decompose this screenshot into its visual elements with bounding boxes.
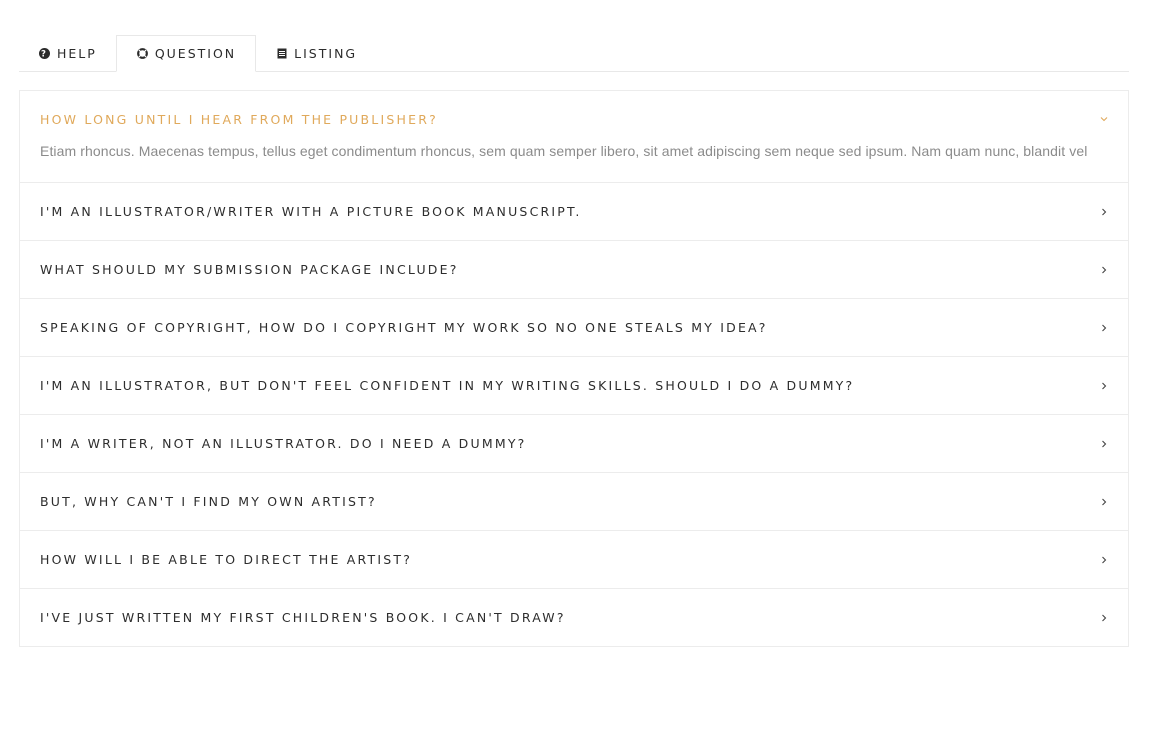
faq-item-header[interactable]: I'M A WRITER, NOT AN ILLUSTRATOR. DO I N… xyxy=(20,415,1128,472)
faq-question: SPEAKING OF COPYRIGHT, HOW DO I COPYRIGH… xyxy=(40,320,768,335)
faq-item-header[interactable]: SPEAKING OF COPYRIGHT, HOW DO I COPYRIGH… xyxy=(20,299,1128,356)
chevron-right-icon xyxy=(1100,208,1108,216)
tab-question[interactable]: QUESTION xyxy=(115,35,257,72)
faq-item-header[interactable]: I'M AN ILLUSTRATOR, BUT DON'T FEEL CONFI… xyxy=(20,357,1128,414)
lifebuoy-icon xyxy=(136,48,148,59)
faq-item: WHAT SHOULD MY SUBMISSION PACKAGE INCLUD… xyxy=(20,240,1128,298)
faq-item: I'M AN ILLUSTRATOR, BUT DON'T FEEL CONFI… xyxy=(20,356,1128,414)
chevron-right-icon xyxy=(1100,498,1108,506)
chevron-down-icon xyxy=(1100,115,1108,123)
faq-item-header[interactable]: BUT, WHY CAN'T I FIND MY OWN ARTIST? xyxy=(20,473,1128,530)
faq-question: I'M A WRITER, NOT AN ILLUSTRATOR. DO I N… xyxy=(40,436,527,451)
faq-item: HOW WILL I BE ABLE TO DIRECT THE ARTIST? xyxy=(20,530,1128,588)
faq-question: BUT, WHY CAN'T I FIND MY OWN ARTIST? xyxy=(40,494,377,509)
chevron-right-icon xyxy=(1100,324,1108,332)
tab-listing-label: LISTING xyxy=(294,45,358,61)
tab-listing[interactable]: LISTING xyxy=(256,35,376,71)
tab-help-label: HELP xyxy=(57,45,97,61)
faq-accordion: HOW LONG UNTIL I HEAR FROM THE PUBLISHER… xyxy=(19,90,1129,647)
faq-item: I'M A WRITER, NOT AN ILLUSTRATOR. DO I N… xyxy=(20,414,1128,472)
faq-question: I'M AN ILLUSTRATOR, BUT DON'T FEEL CONFI… xyxy=(40,378,855,393)
faq-item-header[interactable]: HOW LONG UNTIL I HEAR FROM THE PUBLISHER… xyxy=(20,91,1128,147)
question-circle-icon: ? xyxy=(39,47,50,59)
faq-question: I'VE JUST WRITTEN MY FIRST CHILDREN'S BO… xyxy=(40,610,566,625)
list-icon xyxy=(276,48,287,59)
faq-item-header[interactable]: I'VE JUST WRITTEN MY FIRST CHILDREN'S BO… xyxy=(20,589,1128,646)
chevron-right-icon xyxy=(1100,556,1108,564)
chevron-right-icon xyxy=(1100,382,1108,390)
faq-question: HOW WILL I BE ABLE TO DIRECT THE ARTIST? xyxy=(40,552,413,567)
chevron-right-icon xyxy=(1100,440,1108,448)
faq-item: SPEAKING OF COPYRIGHT, HOW DO I COPYRIGH… xyxy=(20,298,1128,356)
faq-item: BUT, WHY CAN'T I FIND MY OWN ARTIST? xyxy=(20,472,1128,530)
faq-item: HOW LONG UNTIL I HEAR FROM THE PUBLISHER… xyxy=(20,91,1128,182)
tab-help[interactable]: ? HELP xyxy=(19,35,116,71)
faq-question: I'M AN ILLUSTRATOR/WRITER WITH A PICTURE… xyxy=(40,204,582,219)
faq-answer: Etiam rhoncus. Maecenas tempus, tellus e… xyxy=(40,143,1088,159)
faq-item: I'VE JUST WRITTEN MY FIRST CHILDREN'S BO… xyxy=(20,588,1128,646)
chevron-right-icon xyxy=(1100,614,1108,622)
faq-item-header[interactable]: HOW WILL I BE ABLE TO DIRECT THE ARTIST? xyxy=(20,531,1128,588)
tab-question-label: QUESTION xyxy=(154,46,237,61)
faq-question: HOW LONG UNTIL I HEAR FROM THE PUBLISHER… xyxy=(40,111,438,127)
faq-item: I'M AN ILLUSTRATOR/WRITER WITH A PICTURE… xyxy=(20,182,1128,240)
tab-bar: ? HELP QUESTION LISTING xyxy=(19,35,1129,72)
faq-question: WHAT SHOULD MY SUBMISSION PACKAGE INCLUD… xyxy=(40,262,459,277)
chevron-right-icon xyxy=(1100,266,1108,274)
faq-widget: ? HELP QUESTION LISTING HOW LONG UNTIL I… xyxy=(19,35,1129,647)
faq-item-header[interactable]: WHAT SHOULD MY SUBMISSION PACKAGE INCLUD… xyxy=(20,241,1128,298)
svg-text:?: ? xyxy=(41,49,48,58)
faq-item-header[interactable]: I'M AN ILLUSTRATOR/WRITER WITH A PICTURE… xyxy=(20,183,1128,240)
